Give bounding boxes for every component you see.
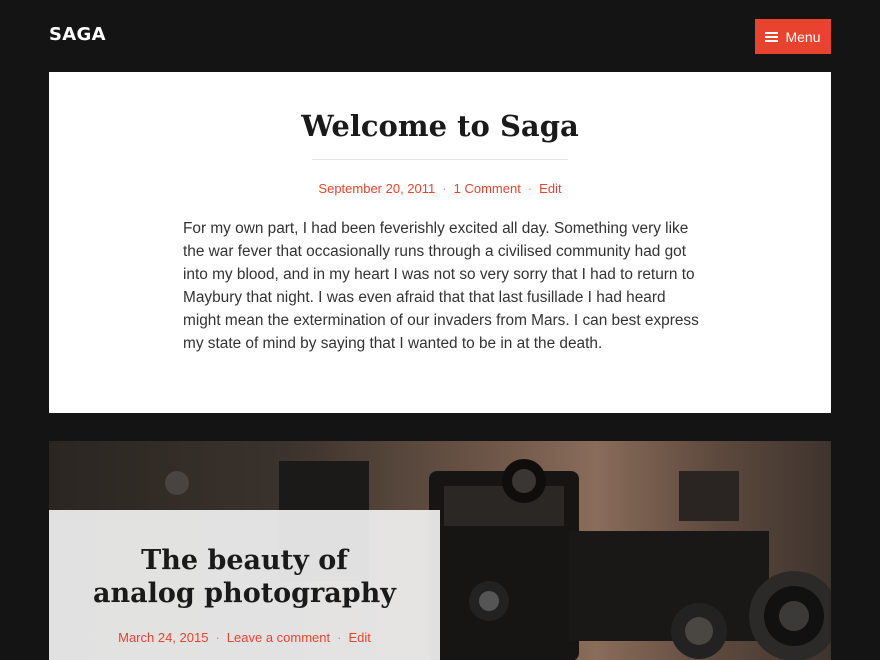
post-meta: March 24, 2015 · Leave a comment · Edit <box>49 630 440 645</box>
title-divider <box>312 159 568 160</box>
post-title[interactable]: The beauty of analog photography <box>49 544 440 610</box>
meta-separator: · <box>337 630 342 645</box>
post-title-line: analog photography <box>93 578 396 609</box>
post-title-line: The beauty of <box>141 545 348 576</box>
comments-link[interactable]: 1 Comment <box>454 181 521 196</box>
menu-button[interactable]: Menu <box>755 19 831 54</box>
post-meta: September 20, 2011 · 1 Comment · Edit <box>0 181 880 196</box>
menu-label: Menu <box>785 28 821 45</box>
post-body: For my own part, I had been feverishly e… <box>183 220 699 352</box>
post-date-link[interactable]: September 20, 2011 <box>318 181 435 196</box>
post-date-link[interactable]: March 24, 2015 <box>118 630 208 645</box>
hamburger-icon <box>765 31 779 42</box>
meta-separator: · <box>442 181 447 196</box>
site-header: SAGA Menu <box>0 0 880 72</box>
meta-separator: · <box>215 630 220 645</box>
meta-separator: · <box>527 181 533 196</box>
site-title[interactable]: SAGA <box>49 24 106 45</box>
comments-link[interactable]: Leave a comment <box>227 630 330 645</box>
post-title[interactable]: Welcome to Saga <box>0 106 880 146</box>
edit-link[interactable]: Edit <box>539 181 561 196</box>
edit-link[interactable]: Edit <box>348 630 370 645</box>
